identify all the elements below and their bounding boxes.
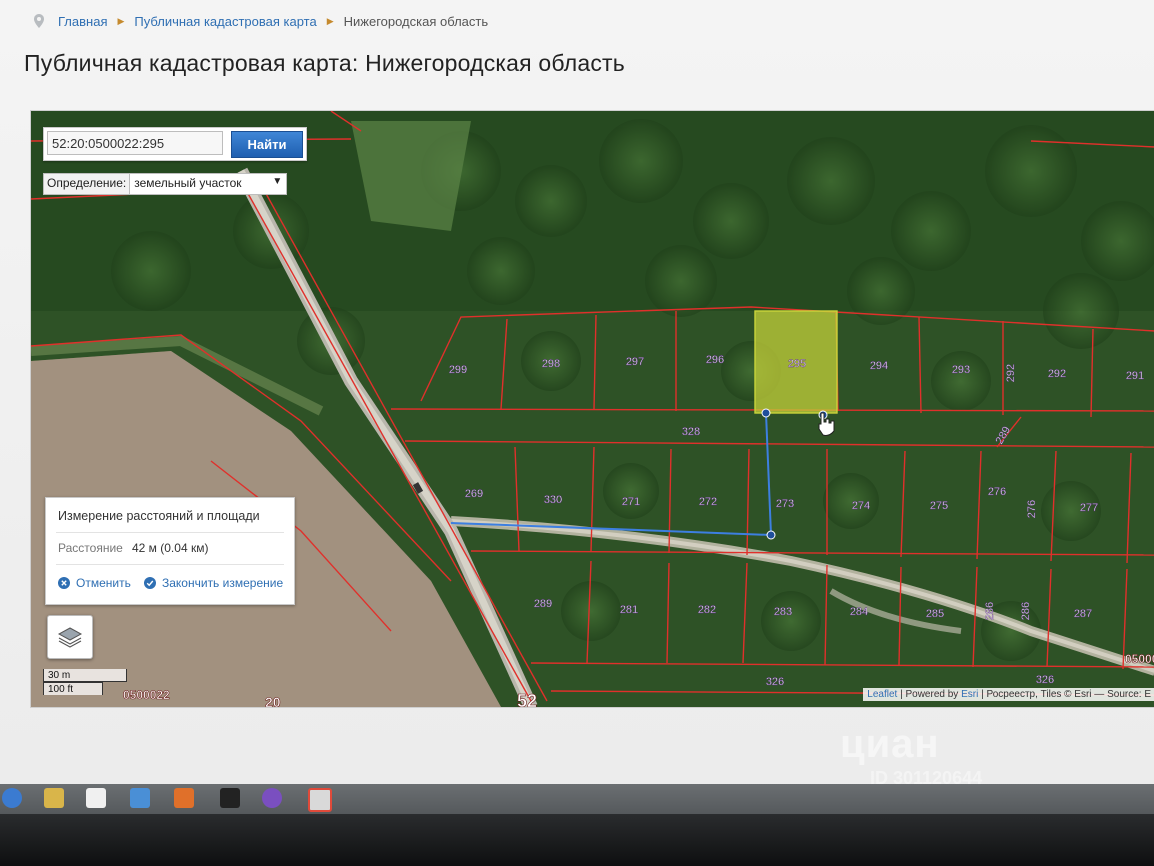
- parcel-label: 299: [449, 364, 467, 376]
- taskbar: [0, 784, 1154, 814]
- parcel-label: 298: [542, 358, 560, 370]
- map-satellite-layer[interactable]: 299 298 297 296 295 294 293 292 292 291 …: [31, 111, 1154, 707]
- video-player-icon[interactable]: [174, 788, 194, 808]
- measurement-title: Измерение расстояний и площади: [58, 509, 260, 523]
- divider: [56, 532, 284, 533]
- parcel-label: 276: [988, 486, 1006, 498]
- monitor-bezel: [0, 814, 1154, 866]
- dropdown-arrow-icon: ▼: [272, 176, 283, 187]
- parcel-label: 326: [1036, 674, 1054, 686]
- distance-label: Расстояние: [58, 541, 123, 555]
- parcel-label: 277: [1080, 502, 1098, 514]
- esri-link[interactable]: Esri: [961, 689, 978, 700]
- parcel-label: 281: [620, 604, 638, 616]
- parcel-label: 282: [698, 604, 716, 616]
- layers-icon: [57, 627, 83, 648]
- media-player-icon[interactable]: [130, 788, 150, 808]
- measurement-panel: Измерение расстояний и площади Расстояни…: [45, 497, 295, 605]
- file-explorer-icon[interactable]: [44, 788, 64, 808]
- parcel-label: 269: [465, 488, 483, 500]
- definition-selected-value: земельный участок: [134, 176, 242, 190]
- parcel-label: 284: [850, 606, 868, 618]
- district-label: 20: [265, 694, 281, 707]
- layers-button[interactable]: [47, 615, 93, 659]
- page-title: Публичная кадастровая карта: Нижегородск…: [24, 50, 625, 76]
- cadastral-block-label: 0500022: [123, 688, 170, 702]
- parcel-label: 294: [870, 360, 888, 372]
- parcel-label: 272: [699, 496, 717, 508]
- parcel-label: 292: [1048, 368, 1066, 380]
- definition-label: Определение:: [44, 174, 131, 194]
- parcel-label: 285: [926, 608, 944, 620]
- parcel-label: 326: [766, 676, 784, 688]
- scale-bar: 30 m 100 ft: [43, 669, 127, 695]
- yandex-browser-icon[interactable]: [308, 788, 332, 812]
- parcel-label: 297: [626, 356, 644, 368]
- cian-watermark: циан: [840, 722, 940, 766]
- parcel-label: 287: [1074, 608, 1092, 620]
- definition-select[interactable]: земельный участок ▼: [130, 174, 286, 194]
- definition-filter: Определение: земельный участок ▼: [43, 173, 288, 195]
- browser-viewport: Главная ▶ Публичная кадастровая карта ▶ …: [0, 0, 1154, 784]
- parcel-label: 296: [706, 354, 724, 366]
- parcel-label: 276: [1026, 500, 1038, 518]
- parcel-label: 273: [776, 498, 794, 510]
- viber-icon[interactable]: [262, 788, 282, 808]
- breadcrumb-chevron-icon: ▶: [117, 15, 125, 26]
- check-icon: [144, 577, 156, 589]
- breadcrumb-current: Нижегородская область: [343, 13, 489, 29]
- scale-imperial: 100 ft: [43, 682, 103, 695]
- start-icon[interactable]: [2, 788, 22, 808]
- parcel-label: 286: [1020, 602, 1032, 620]
- terminal-icon[interactable]: [220, 788, 240, 808]
- region-label: 52: [517, 691, 537, 707]
- yandex-icon[interactable]: [86, 788, 106, 808]
- map-attribution: Leaflet | Powered by Esri | Росреестр, T…: [863, 688, 1154, 701]
- find-button[interactable]: Найти: [231, 131, 303, 158]
- breadcrumb-home-link[interactable]: Главная: [58, 14, 107, 29]
- parcel-label: 289: [534, 598, 552, 610]
- parcel-label: 293: [952, 364, 970, 376]
- parcel-label: 295: [788, 358, 806, 370]
- attribution-powered: | Powered by: [897, 689, 962, 700]
- cancel-measurement-button[interactable]: Отменить: [58, 576, 131, 590]
- divider: [56, 564, 284, 565]
- cancel-icon: [58, 577, 70, 589]
- distance-value: 42 м (0.04 км): [132, 541, 209, 555]
- parcel-label: 286: [984, 602, 996, 620]
- parcel-label: 275: [930, 500, 948, 512]
- cadastral-block-label: 05000: [1125, 652, 1154, 666]
- parcel-label: 283: [774, 606, 792, 618]
- cadastral-search: Найти: [43, 127, 307, 161]
- finish-measurement-button[interactable]: Закончить измерение: [144, 576, 283, 590]
- parcel-label: 271: [622, 496, 640, 508]
- parcel-label: 330: [544, 494, 562, 506]
- finish-measurement-label: Закончить измерение: [162, 576, 284, 590]
- cadastral-map[interactable]: 299 298 297 296 295 294 293 292 292 291 …: [30, 110, 1154, 708]
- breadcrumb-chevron-icon: ▶: [326, 15, 334, 26]
- cadastral-number-input[interactable]: [47, 131, 223, 155]
- scale-metric: 30 m: [43, 669, 127, 682]
- breadcrumb-cadastral-map-link[interactable]: Публичная кадастровая карта: [134, 14, 316, 29]
- parcel-label: 274: [852, 500, 870, 512]
- cancel-measurement-label: Отменить: [76, 576, 131, 590]
- map-pin-icon: [34, 14, 44, 28]
- breadcrumb: Главная ▶ Публичная кадастровая карта ▶ …: [34, 10, 496, 32]
- parcel-label: 292: [1005, 364, 1017, 382]
- parcel-label: 291: [1126, 370, 1144, 382]
- parcel-label: 328: [682, 426, 700, 438]
- attribution-sources: | Росреестр, Tiles © Esri — Source: E: [978, 689, 1151, 700]
- leaflet-link[interactable]: Leaflet: [867, 689, 897, 700]
